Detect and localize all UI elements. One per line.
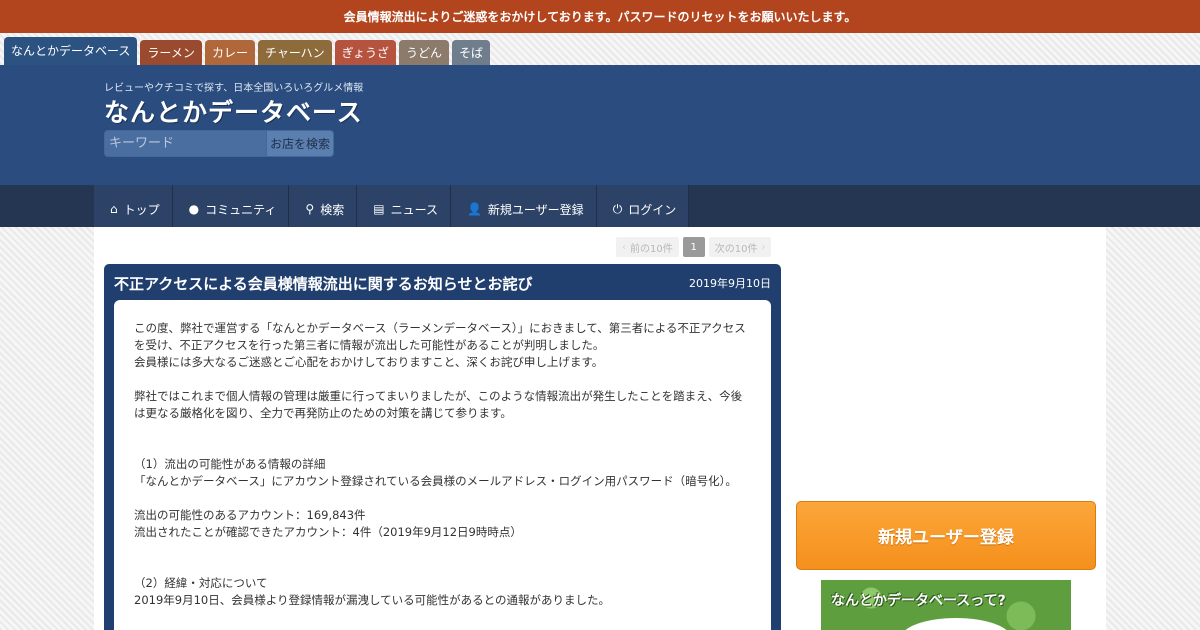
tab-label: チャーハン bbox=[264, 46, 325, 60]
nav-item-search[interactable]: ⚲ 検索 bbox=[289, 185, 358, 227]
nav-label: ログイン bbox=[628, 202, 677, 217]
tab-label: カレー bbox=[211, 46, 248, 60]
site-tab-gyoza[interactable]: ぎょうざ bbox=[334, 40, 396, 65]
main-nav: ⌂ トップ ● コミュニティ ⚲ 検索 ▤ ニュース 👤 新規ユーザー登録 ⏻ … bbox=[0, 185, 1200, 227]
site-tab-curry[interactable]: カレー bbox=[204, 40, 255, 65]
nav-item-top[interactable]: ⌂ トップ bbox=[94, 185, 173, 227]
search-form: お店を検索 bbox=[104, 130, 334, 157]
nav-label: ニュース bbox=[390, 202, 438, 217]
alert-bar: 会員情報流出によりご迷惑をおかけしております。パスワードのリセットをお願いいたし… bbox=[0, 0, 1200, 33]
nav-item-register[interactable]: 👤 新規ユーザー登録 bbox=[450, 185, 597, 227]
article-paragraph: 会員様には多大なるご迷惑とご心配をおかけしておりますこと、深くお詫び申し上げます… bbox=[134, 355, 604, 369]
site-tabs: なんとかデータベース ラーメン カレー チャーハン ぎょうざ うどん そば bbox=[4, 37, 491, 65]
article-paragraph: 流出されたことが確認できたアカウント：4件（2019年9月12日9時時点） bbox=[134, 525, 522, 539]
pager-prev-label: 前の10件 bbox=[630, 243, 673, 255]
search-input[interactable] bbox=[104, 130, 267, 157]
article-body: この度、弊社で運営する「なんとかデータベース（ラーメンデータベース）」におきまし… bbox=[114, 300, 771, 630]
news-article: 不正アクセスによる会員様情報流出に関するお知らせとお詫び 2019年9月10日 … bbox=[104, 264, 781, 630]
section-heading: （2）経緯・対応について bbox=[134, 576, 268, 590]
nav-label: 検索 bbox=[320, 202, 345, 217]
promo-text: なんとかデータベースって? bbox=[831, 593, 1006, 609]
article-paragraph: この度、弊社で運営する「なんとかデータベース（ラーメンデータベース）」におきまし… bbox=[134, 321, 746, 352]
chat-icon: ● bbox=[188, 202, 200, 216]
article-paragraph: 弊社ではこれまで個人情報の管理は厳重に行ってまいりましたが、このような情報流出が… bbox=[134, 389, 743, 420]
main-content: ‹ 前の10件 1 次の10件 › 不正アクセスによる会員様情報流出に関するお知… bbox=[94, 227, 1106, 630]
speech-bubble-icon bbox=[901, 618, 1011, 630]
news-icon: ▤ bbox=[373, 202, 385, 216]
pager-next-label: 次の10件 bbox=[714, 243, 758, 255]
pager: ‹ 前の10件 1 次の10件 › bbox=[616, 237, 772, 257]
nav-label: 新規ユーザー登録 bbox=[487, 202, 584, 217]
tab-label: ラーメン bbox=[147, 46, 195, 60]
pager-next-button[interactable]: 次の10件 › bbox=[708, 237, 772, 257]
nav-item-news[interactable]: ▤ ニュース bbox=[357, 185, 451, 227]
chevron-left-icon: ‹ bbox=[622, 241, 626, 253]
tab-label: うどん bbox=[406, 46, 443, 60]
article-paragraph: 「なんとかデータベース」にアカウント登録されている会員様のメールアドレス・ログイ… bbox=[134, 474, 737, 488]
article-title[interactable]: 不正アクセスによる会員様情報流出に関するお知らせとお詫び bbox=[114, 273, 533, 294]
power-icon: ⏻ bbox=[612, 201, 623, 216]
site-tab-ramen[interactable]: ラーメン bbox=[140, 40, 202, 65]
tab-label: なんとかデータベース bbox=[11, 44, 131, 58]
tab-label: ぎょうざ bbox=[341, 46, 389, 60]
article-date: 2019年9月10日 bbox=[689, 277, 771, 290]
promo-banner[interactable]: なんとかデータベースって? bbox=[821, 580, 1071, 630]
site-tab-database[interactable]: なんとかデータベース bbox=[4, 37, 138, 65]
site-logo[interactable]: なんとかデータベース bbox=[104, 93, 363, 129]
site-tab-udon[interactable]: うどん bbox=[399, 40, 450, 65]
nav-item-login[interactable]: ⏻ ログイン bbox=[596, 185, 690, 227]
register-button[interactable]: 新規ユーザー登録 bbox=[796, 501, 1096, 570]
article-paragraph: 2019年9月10日、会員様より登録情報が漏洩している可能性があるとの通報があり… bbox=[134, 593, 611, 607]
nav-item-community[interactable]: ● コミュニティ bbox=[172, 185, 290, 227]
section-heading: （1）流出の可能性がある情報の詳細 bbox=[134, 457, 326, 471]
add-user-icon: 👤 bbox=[466, 202, 482, 216]
site-header: レビューやクチコミで探す、日本全国いろいろグルメ情報 なんとかデータベース お店… bbox=[0, 65, 1200, 185]
search-button[interactable]: お店を検索 bbox=[267, 130, 334, 157]
tab-label: そば bbox=[459, 46, 484, 60]
site-tagline: レビューやクチコミで探す、日本全国いろいろグルメ情報 bbox=[104, 83, 364, 94]
pager-prev-button[interactable]: ‹ 前の10件 bbox=[616, 237, 679, 257]
chevron-right-icon: › bbox=[761, 241, 766, 253]
search-icon: ⚲ bbox=[305, 202, 315, 216]
site-tab-fried-rice[interactable]: チャーハン bbox=[257, 40, 332, 65]
alert-text: 会員情報流出によりご迷惑をおかけしております。パスワードのリセットをお願いいたし… bbox=[343, 10, 857, 24]
pager-current-page[interactable]: 1 bbox=[682, 237, 705, 257]
nav-label: トップ bbox=[123, 202, 160, 217]
article-paragraph: 流出の可能性のあるアカウント：169,843件 bbox=[134, 508, 366, 522]
site-tab-soba[interactable]: そば bbox=[452, 40, 491, 65]
home-icon: ⌂ bbox=[110, 202, 118, 216]
nav-label: コミュニティ bbox=[205, 202, 277, 217]
